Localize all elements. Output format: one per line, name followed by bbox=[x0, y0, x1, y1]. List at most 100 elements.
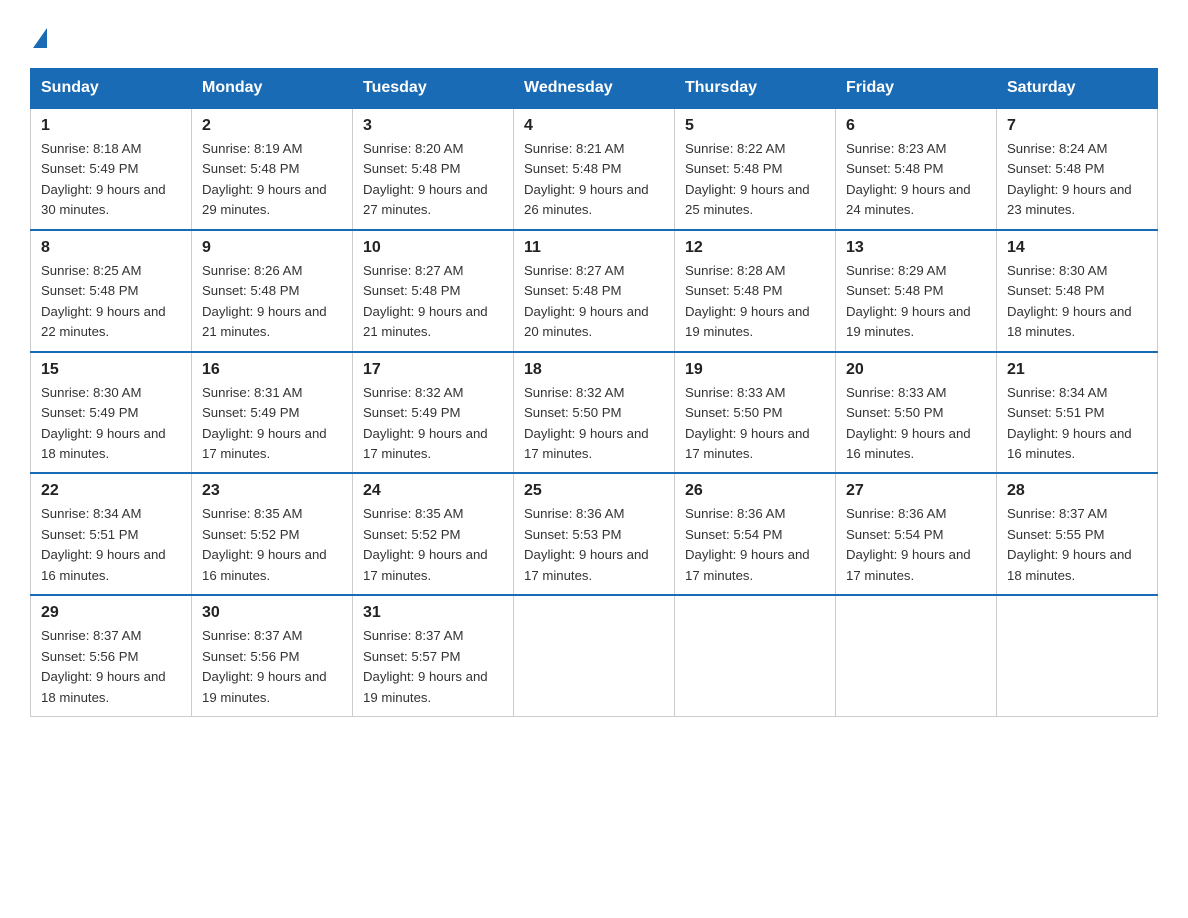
col-header-sunday: Sunday bbox=[31, 69, 192, 109]
day-number: 30 bbox=[202, 604, 342, 622]
day-number: 17 bbox=[363, 361, 503, 379]
day-info: Sunrise: 8:25 AMSunset: 5:48 PMDaylight:… bbox=[41, 261, 181, 343]
day-number: 20 bbox=[846, 361, 986, 379]
day-cell: 8Sunrise: 8:25 AMSunset: 5:48 PMDaylight… bbox=[31, 230, 192, 352]
day-info: Sunrise: 8:37 AMSunset: 5:55 PMDaylight:… bbox=[1007, 504, 1147, 586]
day-info: Sunrise: 8:28 AMSunset: 5:48 PMDaylight:… bbox=[685, 261, 825, 343]
col-header-saturday: Saturday bbox=[997, 69, 1158, 109]
day-cell: 17 Sunrise: 8:32 AMSunset: 5:49 PMDayligh… bbox=[353, 352, 514, 474]
day-info: Sunrise: 8:36 AMSunset: 5:53 PMDaylight:… bbox=[524, 504, 664, 586]
day-cell: 27Sunrise: 8:36 AMSunset: 5:54 PMDayligh… bbox=[836, 473, 997, 595]
day-info: Sunrise: 8:32 AMSunset: 5:49 PMDaylight:… bbox=[363, 383, 503, 465]
day-number: 31 bbox=[363, 604, 503, 622]
col-header-tuesday: Tuesday bbox=[353, 69, 514, 109]
day-info: Sunrise: 8:37 AMSunset: 5:57 PMDaylight:… bbox=[363, 626, 503, 708]
day-number: 2 bbox=[202, 117, 342, 135]
day-cell: 20 Sunrise: 8:33 AMSunset: 5:50 PMDayligh… bbox=[836, 352, 997, 474]
day-number: 26 bbox=[685, 482, 825, 500]
day-info: Sunrise: 8:34 AMSunset: 5:51 PMDaylight:… bbox=[41, 504, 181, 586]
day-cell: 13 Sunrise: 8:29 AMSunset: 5:48 PMDayligh… bbox=[836, 230, 997, 352]
day-info: Sunrise: 8:23 AMSunset: 5:48 PMDaylight:… bbox=[846, 139, 986, 221]
day-info: Sunrise: 8:33 AMSunset: 5:50 PMDaylight:… bbox=[685, 383, 825, 465]
day-cell: 6 Sunrise: 8:23 AMSunset: 5:48 PMDaylight… bbox=[836, 108, 997, 230]
day-info: Sunrise: 8:33 AMSunset: 5:50 PMDaylight:… bbox=[846, 383, 986, 465]
day-cell bbox=[514, 595, 675, 716]
week-row-4: 22 Sunrise: 8:34 AMSunset: 5:51 PMDayligh… bbox=[31, 473, 1158, 595]
day-cell: 4 Sunrise: 8:21 AMSunset: 5:48 PMDaylight… bbox=[514, 108, 675, 230]
day-cell: 29 Sunrise: 8:37 AMSunset: 5:56 PMDayligh… bbox=[31, 595, 192, 716]
day-number: 14 bbox=[1007, 239, 1147, 257]
day-cell: 11 Sunrise: 8:27 AMSunset: 5:48 PMDayligh… bbox=[514, 230, 675, 352]
day-cell: 5 Sunrise: 8:22 AMSunset: 5:48 PMDaylight… bbox=[675, 108, 836, 230]
col-header-friday: Friday bbox=[836, 69, 997, 109]
day-info: Sunrise: 8:27 AMSunset: 5:48 PMDaylight:… bbox=[524, 261, 664, 343]
day-info: Sunrise: 8:18 AMSunset: 5:49 PMDaylight:… bbox=[41, 139, 181, 221]
week-row-2: 8Sunrise: 8:25 AMSunset: 5:48 PMDaylight… bbox=[31, 230, 1158, 352]
day-info: Sunrise: 8:22 AMSunset: 5:48 PMDaylight:… bbox=[685, 139, 825, 221]
day-number: 18 bbox=[524, 361, 664, 379]
day-number: 23 bbox=[202, 482, 342, 500]
day-number: 9 bbox=[202, 239, 342, 257]
day-number: 4 bbox=[524, 117, 664, 135]
day-cell: 23 Sunrise: 8:35 AMSunset: 5:52 PMDayligh… bbox=[192, 473, 353, 595]
day-cell bbox=[675, 595, 836, 716]
week-row-1: 1 Sunrise: 8:18 AMSunset: 5:49 PMDaylight… bbox=[31, 108, 1158, 230]
day-info: Sunrise: 8:31 AMSunset: 5:49 PMDaylight:… bbox=[202, 383, 342, 465]
day-number: 3 bbox=[363, 117, 503, 135]
day-number: 15 bbox=[41, 361, 181, 379]
day-cell bbox=[836, 595, 997, 716]
week-row-3: 15 Sunrise: 8:30 AMSunset: 5:49 PMDayligh… bbox=[31, 352, 1158, 474]
day-cell: 28 Sunrise: 8:37 AMSunset: 5:55 PMDayligh… bbox=[997, 473, 1158, 595]
day-cell: 19 Sunrise: 8:33 AMSunset: 5:50 PMDayligh… bbox=[675, 352, 836, 474]
calendar-table: SundayMondayTuesdayWednesdayThursdayFrid… bbox=[30, 68, 1158, 717]
day-number: 13 bbox=[846, 239, 986, 257]
logo-triangle-icon bbox=[33, 28, 47, 48]
col-header-thursday: Thursday bbox=[675, 69, 836, 109]
day-info: Sunrise: 8:26 AMSunset: 5:48 PMDaylight:… bbox=[202, 261, 342, 343]
day-info: Sunrise: 8:34 AMSunset: 5:51 PMDaylight:… bbox=[1007, 383, 1147, 465]
day-info: Sunrise: 8:27 AMSunset: 5:48 PMDaylight:… bbox=[363, 261, 503, 343]
day-number: 12 bbox=[685, 239, 825, 257]
day-cell: 31 Sunrise: 8:37 AMSunset: 5:57 PMDayligh… bbox=[353, 595, 514, 716]
day-cell: 16 Sunrise: 8:31 AMSunset: 5:49 PMDayligh… bbox=[192, 352, 353, 474]
day-number: 19 bbox=[685, 361, 825, 379]
day-info: Sunrise: 8:30 AMSunset: 5:48 PMDaylight:… bbox=[1007, 261, 1147, 343]
col-header-wednesday: Wednesday bbox=[514, 69, 675, 109]
day-number: 16 bbox=[202, 361, 342, 379]
day-info: Sunrise: 8:24 AMSunset: 5:48 PMDaylight:… bbox=[1007, 139, 1147, 221]
day-info: Sunrise: 8:35 AMSunset: 5:52 PMDaylight:… bbox=[363, 504, 503, 586]
day-number: 28 bbox=[1007, 482, 1147, 500]
day-info: Sunrise: 8:20 AMSunset: 5:48 PMDaylight:… bbox=[363, 139, 503, 221]
day-number: 24 bbox=[363, 482, 503, 500]
day-cell: 10 Sunrise: 8:27 AMSunset: 5:48 PMDayligh… bbox=[353, 230, 514, 352]
day-cell: 7 Sunrise: 8:24 AMSunset: 5:48 PMDaylight… bbox=[997, 108, 1158, 230]
day-cell: 3 Sunrise: 8:20 AMSunset: 5:48 PMDaylight… bbox=[353, 108, 514, 230]
day-number: 27 bbox=[846, 482, 986, 500]
day-cell: 18 Sunrise: 8:32 AMSunset: 5:50 PMDayligh… bbox=[514, 352, 675, 474]
day-cell: 12 Sunrise: 8:28 AMSunset: 5:48 PMDayligh… bbox=[675, 230, 836, 352]
day-info: Sunrise: 8:37 AMSunset: 5:56 PMDaylight:… bbox=[202, 626, 342, 708]
day-info: Sunrise: 8:30 AMSunset: 5:49 PMDaylight:… bbox=[41, 383, 181, 465]
day-number: 6 bbox=[846, 117, 986, 135]
day-cell: 9 Sunrise: 8:26 AMSunset: 5:48 PMDaylight… bbox=[192, 230, 353, 352]
day-cell: 26 Sunrise: 8:36 AMSunset: 5:54 PMDayligh… bbox=[675, 473, 836, 595]
day-cell: 22 Sunrise: 8:34 AMSunset: 5:51 PMDayligh… bbox=[31, 473, 192, 595]
day-number: 29 bbox=[41, 604, 181, 622]
day-info: Sunrise: 8:35 AMSunset: 5:52 PMDaylight:… bbox=[202, 504, 342, 586]
day-cell: 14 Sunrise: 8:30 AMSunset: 5:48 PMDayligh… bbox=[997, 230, 1158, 352]
day-number: 7 bbox=[1007, 117, 1147, 135]
day-number: 1 bbox=[41, 117, 181, 135]
logo bbox=[30, 28, 47, 50]
day-cell: 30 Sunrise: 8:37 AMSunset: 5:56 PMDayligh… bbox=[192, 595, 353, 716]
day-info: Sunrise: 8:21 AMSunset: 5:48 PMDaylight:… bbox=[524, 139, 664, 221]
day-info: Sunrise: 8:32 AMSunset: 5:50 PMDaylight:… bbox=[524, 383, 664, 465]
day-number: 11 bbox=[524, 239, 664, 257]
day-number: 5 bbox=[685, 117, 825, 135]
day-number: 22 bbox=[41, 482, 181, 500]
day-cell: 15 Sunrise: 8:30 AMSunset: 5:49 PMDayligh… bbox=[31, 352, 192, 474]
day-cell: 21Sunrise: 8:34 AMSunset: 5:51 PMDayligh… bbox=[997, 352, 1158, 474]
day-info: Sunrise: 8:36 AMSunset: 5:54 PMDaylight:… bbox=[685, 504, 825, 586]
day-number: 10 bbox=[363, 239, 503, 257]
day-info: Sunrise: 8:37 AMSunset: 5:56 PMDaylight:… bbox=[41, 626, 181, 708]
day-info: Sunrise: 8:29 AMSunset: 5:48 PMDaylight:… bbox=[846, 261, 986, 343]
